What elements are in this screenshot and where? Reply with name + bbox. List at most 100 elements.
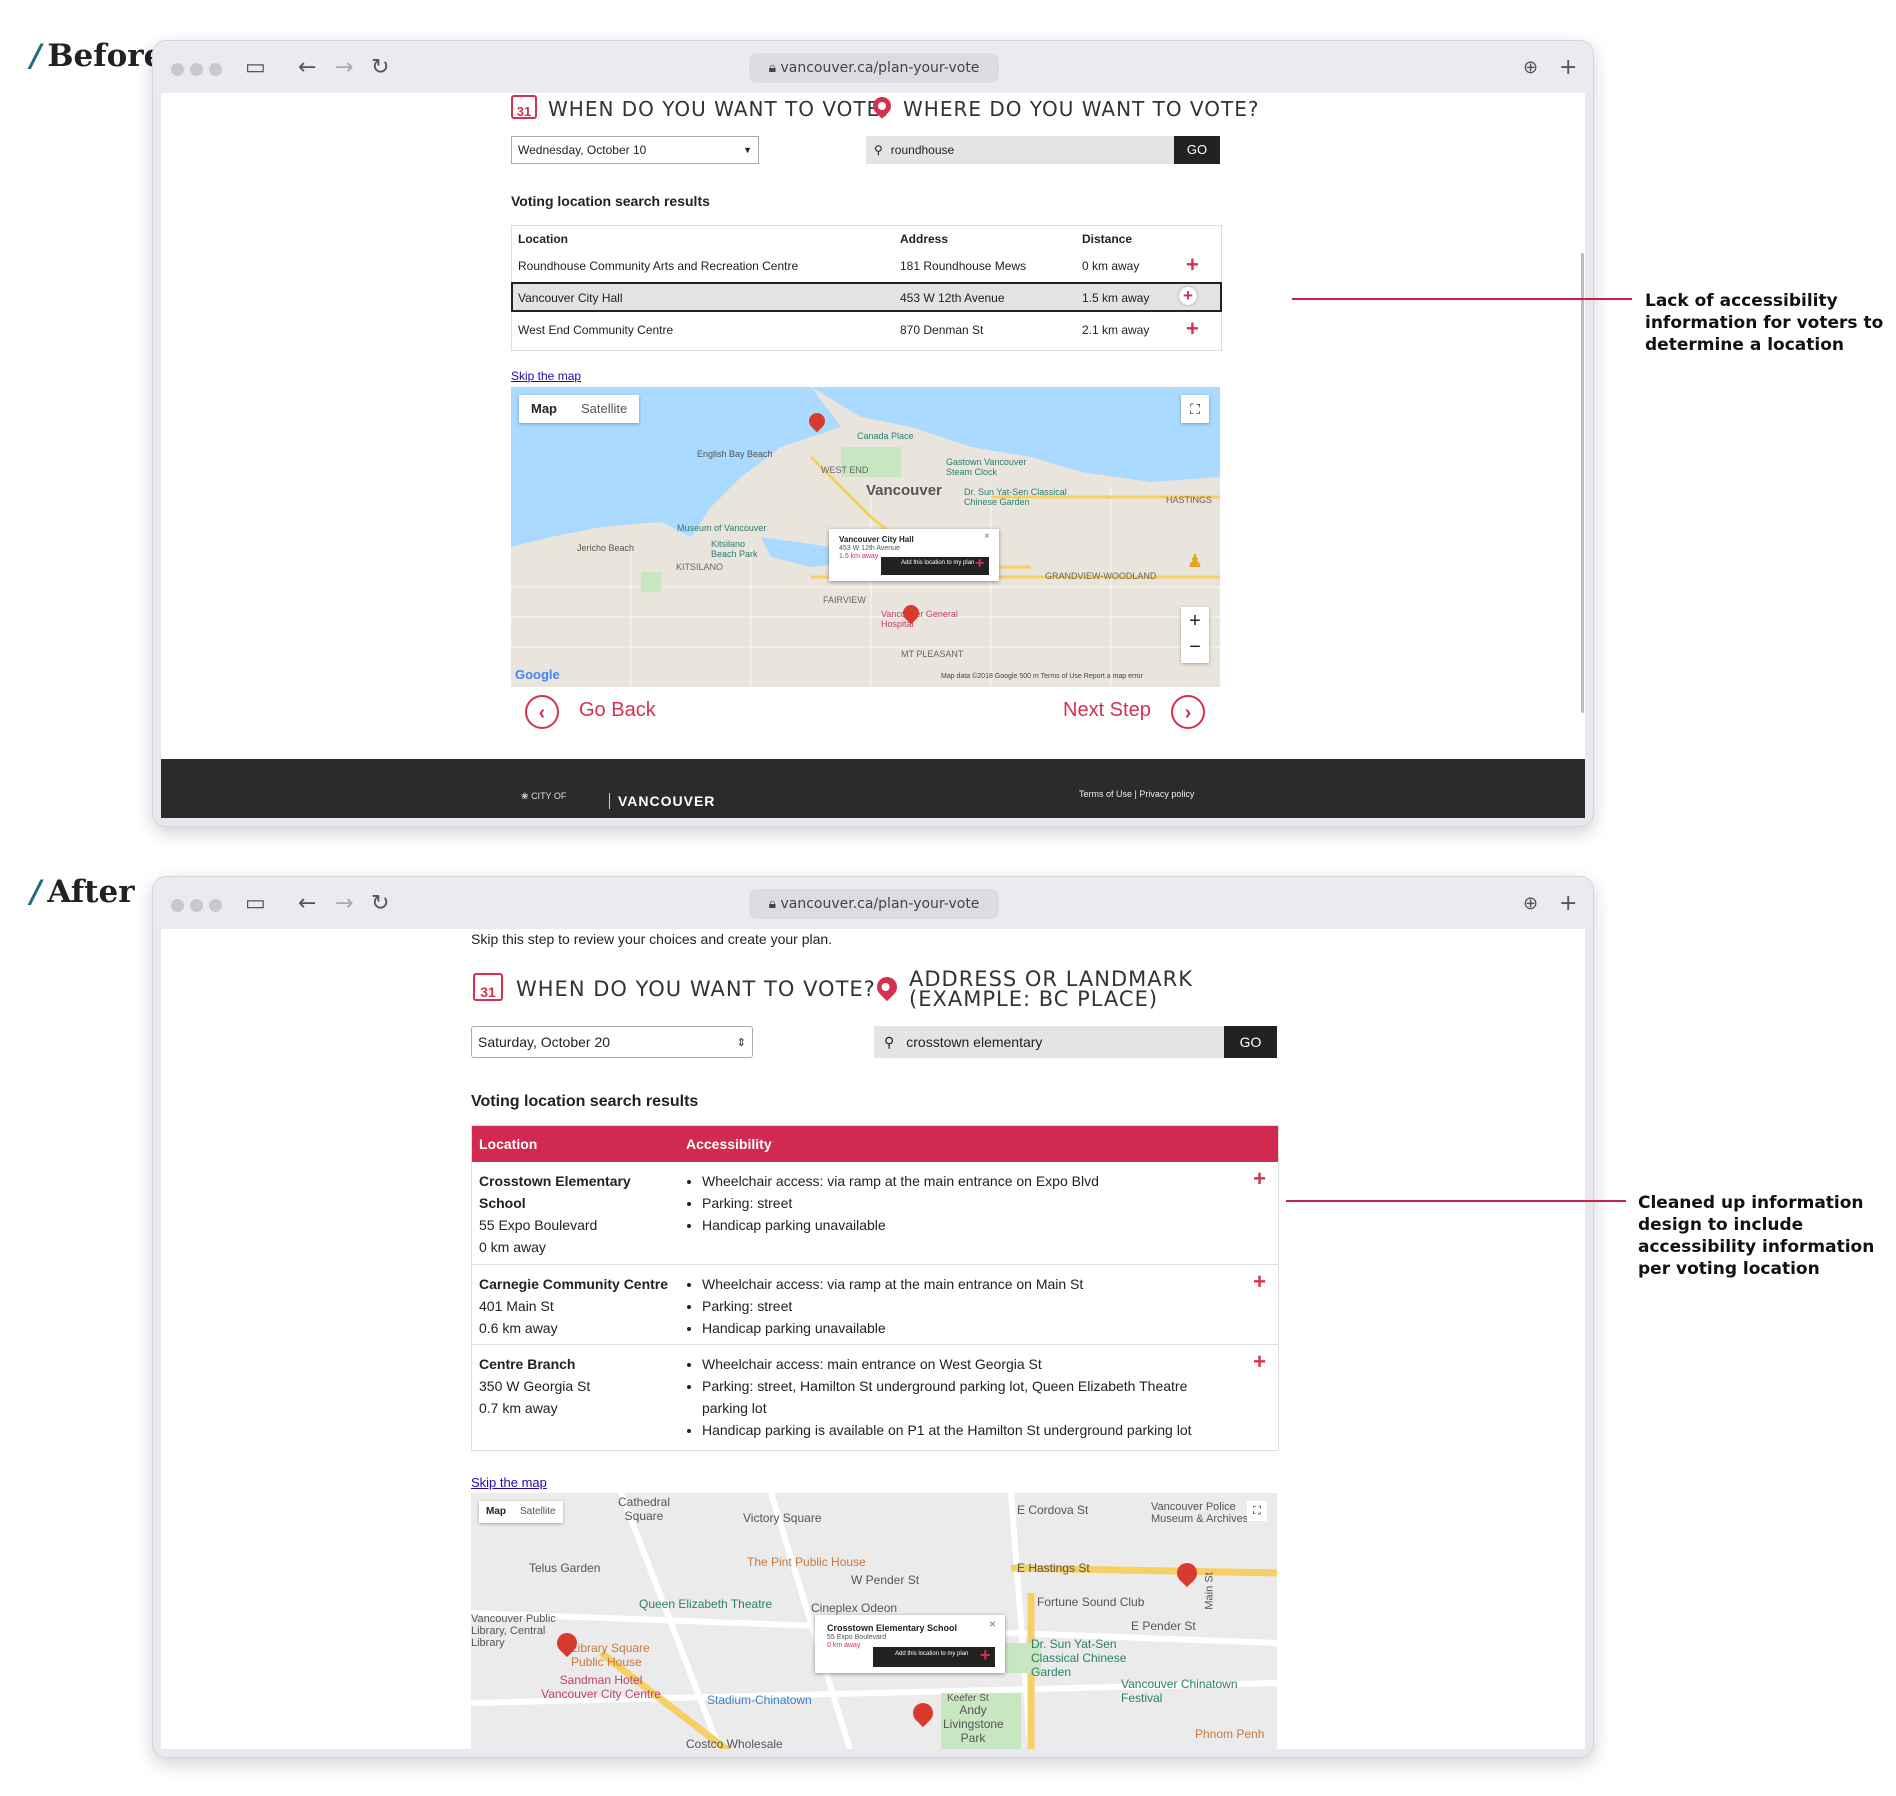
- window-minimize-dot[interactable]: [190, 63, 203, 76]
- address-bar[interactable]: 🔒︎ vancouver.ca/plan-your-vote: [749, 53, 999, 83]
- zoom-out-icon[interactable]: −: [1181, 635, 1209, 663]
- lock-icon: 🔒︎: [768, 60, 781, 76]
- add-icon[interactable]: +: [975, 555, 984, 573]
- date-select[interactable]: Saturday, October 20 ⇕: [471, 1026, 753, 1058]
- add-icon[interactable]: +: [1253, 1269, 1266, 1295]
- map-label: Vancouver General Hospital: [881, 609, 958, 629]
- add-icon[interactable]: +: [1179, 287, 1197, 305]
- map-label: KITSILANO: [676, 562, 724, 572]
- search-icon: ⚲: [874, 143, 883, 157]
- window-zoom-dot[interactable]: [209, 899, 222, 912]
- next-step-link[interactable]: Next Step: [1063, 699, 1151, 722]
- new-tab-icon[interactable]: +: [1559, 55, 1577, 80]
- next-step-arrow-icon[interactable]: ›: [1171, 695, 1205, 729]
- calendar-icon: 31: [473, 973, 503, 1001]
- add-icon[interactable]: +: [1186, 316, 1199, 342]
- column-header-location: Location: [518, 232, 568, 246]
- scrollbar[interactable]: [1581, 253, 1584, 713]
- close-icon[interactable]: ×: [984, 531, 990, 542]
- add-icon[interactable]: +: [1253, 1349, 1266, 1375]
- address-cell: 181 Roundhouse Mews: [900, 259, 1027, 273]
- location-distance: 0.6 km away: [479, 1320, 558, 1336]
- location-cell: Vancouver City Hall: [518, 291, 623, 305]
- go-back-arrow-icon[interactable]: ‹: [525, 695, 559, 729]
- table-row[interactable]: Crosstown Elementary School 55 Expo Boul…: [472, 1162, 1278, 1264]
- map-tab-satellite[interactable]: Satellite: [513, 1501, 563, 1523]
- back-arrow-icon[interactable]: ←: [298, 55, 316, 80]
- accessibility-list: Wheelchair access: via ramp at the main …: [686, 1273, 1222, 1339]
- map-label: Keefer St: [947, 1693, 989, 1704]
- window-close-dot[interactable]: [171, 899, 184, 912]
- new-tab-icon[interactable]: +: [1559, 891, 1577, 916]
- add-icon[interactable]: +: [980, 1645, 991, 1666]
- table-row[interactable]: Carnegie Community Centre 401 Main St 0.…: [472, 1264, 1278, 1345]
- accessibility-item: Parking: street: [702, 1295, 1222, 1317]
- search-input[interactable]: ⚲ crosstown elementary: [874, 1026, 1224, 1058]
- window-close-dot[interactable]: [171, 63, 184, 76]
- map-label: Cathedral Square: [617, 1495, 671, 1523]
- go-back-link[interactable]: Go Back: [579, 699, 656, 722]
- forward-arrow-icon[interactable]: →: [335, 55, 353, 80]
- map-tab-map[interactable]: Map: [519, 395, 569, 423]
- map-label: W Pender St: [851, 1573, 920, 1587]
- lock-icon: 🔒︎: [768, 896, 781, 912]
- table-row[interactable]: Centre Branch 350 W Georgia St 0.7 km aw…: [472, 1344, 1278, 1449]
- annotation-line: [1286, 1200, 1626, 1202]
- date-select[interactable]: Wednesday, October 10 ▼: [511, 136, 759, 164]
- add-to-plan-button[interactable]: Add this location to my plan: [881, 557, 989, 575]
- window-zoom-dot[interactable]: [209, 63, 222, 76]
- skip-map-link[interactable]: Skip the map: [511, 369, 581, 383]
- download-icon[interactable]: ⊕: [1523, 57, 1538, 78]
- search-value: crosstown elementary: [906, 1034, 1043, 1050]
- footer-links[interactable]: Terms of Use | Privacy policy: [1079, 789, 1194, 799]
- search-input[interactable]: ⚲ roundhouse: [866, 136, 1174, 164]
- reload-icon[interactable]: ↻: [371, 891, 389, 916]
- table-header: Location Accessibility: [472, 1126, 1278, 1162]
- info-title: Crosstown Elementary School: [827, 1623, 958, 1633]
- map-footer: Map data ©2018 Google 500 m Terms of Use…: [941, 673, 1143, 680]
- window-minimize-dot[interactable]: [190, 899, 203, 912]
- fullscreen-icon[interactable]: ⛶: [1181, 395, 1209, 423]
- add-icon[interactable]: +: [1186, 252, 1199, 278]
- map[interactable]: Vancouver WEST END KITSILANO FAIRVIEW MT…: [511, 387, 1220, 687]
- fullscreen-icon[interactable]: ⛶: [1247, 1501, 1267, 1521]
- back-arrow-icon[interactable]: ←: [298, 891, 316, 916]
- map-label: Main St: [1203, 1572, 1216, 1610]
- download-icon[interactable]: ⊕: [1523, 893, 1538, 914]
- zoom-in-icon[interactable]: +: [1181, 607, 1209, 635]
- map-label: Vancouver Chinatown Festival: [1121, 1677, 1238, 1705]
- location-name: Centre Branch: [479, 1356, 576, 1372]
- map-label: Andy Livingstone Park: [943, 1703, 1004, 1745]
- accessibility-item: Handicap parking is available on P1 at t…: [702, 1419, 1222, 1441]
- map[interactable]: Cathedral Square Victory Square E Cordov…: [471, 1493, 1277, 1749]
- add-icon[interactable]: +: [1253, 1166, 1266, 1192]
- where-heading-line-2: (EXAMPLE: BC PLACE): [909, 987, 1159, 1011]
- map-label: Fortune Sound Club: [1037, 1595, 1145, 1609]
- info-window: Vancouver City Hall 453 W 12th Avenue 1.…: [829, 529, 999, 581]
- map-label: Phnom Penh: [1195, 1727, 1265, 1741]
- reload-icon[interactable]: ↻: [371, 55, 389, 80]
- table-row[interactable]: Roundhouse Community Arts and Recreation…: [512, 250, 1221, 282]
- go-button[interactable]: GO: [1224, 1026, 1277, 1058]
- add-to-plan-button[interactable]: Add this location to my plan: [873, 1647, 995, 1667]
- table-row[interactable]: West End Community Centre 870 Denman St …: [512, 314, 1221, 346]
- map-tab-satellite[interactable]: Satellite: [569, 395, 639, 423]
- skip-map-link[interactable]: Skip the map: [471, 1475, 547, 1490]
- sidebar-icon[interactable]: ▭: [245, 891, 266, 916]
- close-icon[interactable]: ×: [989, 1617, 996, 1631]
- forward-arrow-icon[interactable]: →: [335, 891, 353, 916]
- url-text: vancouver.ca/plan-your-vote: [780, 60, 980, 76]
- column-header-location: Location: [479, 1136, 538, 1152]
- map-label: Kitsilano Beach Park: [711, 539, 758, 559]
- table-row-selected[interactable]: Vancouver City Hall 453 W 12th Avenue 1.…: [511, 282, 1222, 312]
- distance-cell: 0 km away: [1082, 259, 1140, 273]
- accessibility-list: Wheelchair access: main entrance on West…: [686, 1353, 1222, 1441]
- where-heading: WHERE DO YOU WANT TO VOTE?: [903, 97, 1260, 121]
- sidebar-icon[interactable]: ▭: [245, 55, 266, 80]
- go-button[interactable]: GO: [1174, 136, 1220, 164]
- accessibility-item: Parking: street, Hamilton St underground…: [702, 1375, 1222, 1419]
- map-tab-map[interactable]: Map: [479, 1501, 513, 1523]
- address-bar[interactable]: 🔒︎ vancouver.ca/plan-your-vote: [749, 889, 999, 919]
- after-browser-window: ▭ ← → ↻ 🔒︎ vancouver.ca/plan-your-vote ⊕…: [152, 876, 1594, 1758]
- pegman-icon[interactable]: ♟: [1183, 551, 1207, 581]
